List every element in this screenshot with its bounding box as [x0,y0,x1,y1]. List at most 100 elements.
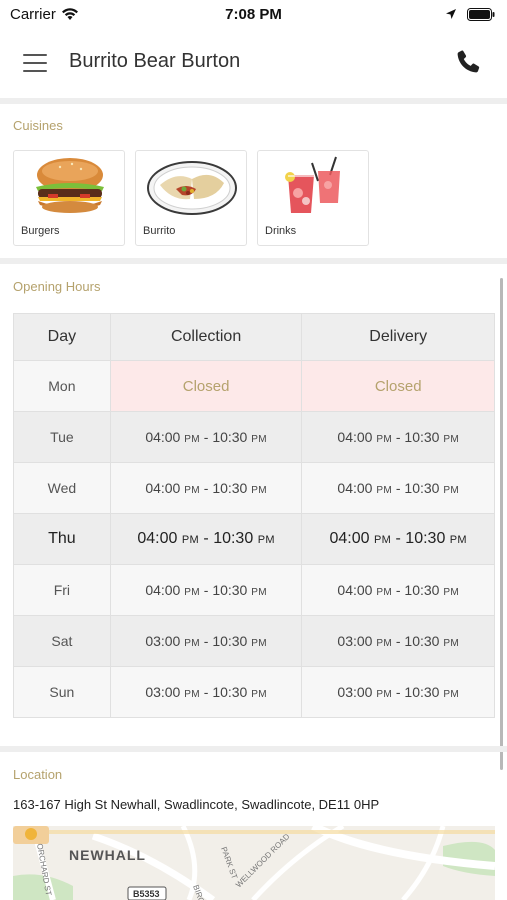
location-arrow-icon [446,9,456,19]
meridiem: PM [184,689,200,700]
meridiem: PM [184,638,200,649]
open-time: 04:00 [145,429,181,445]
hamburger-menu-icon[interactable] [22,50,48,76]
close-time: 10:30 [213,530,254,547]
column-header-delivery: Delivery [301,313,495,361]
table-row: Wed 04:00 PM - 10:30 PM 04:00 PM - 10:30 P… [13,462,495,514]
time-separator: - [391,633,405,649]
open-time: 03:00 [145,633,181,649]
map-area-label: NEWHALL [69,847,146,863]
opening-hours-table: Day Collection Delivery Mon Closed Closed T… [13,313,495,718]
location-map[interactable]: NEWHALL BIRCH AVE PARK ST WELLWOOD ROAD … [13,826,495,900]
status-bar: Carrier 7:08 PM [0,0,507,28]
time-separator: - [199,582,213,598]
day-cell: Sun [13,666,111,718]
close-time: 10:30 [212,429,248,445]
nav-bar: Burrito Bear Burton [0,28,507,98]
menu-line [23,70,47,72]
open-time: 04:00 [145,582,181,598]
close-time: 10:30 [404,429,440,445]
close-time: 10:30 [212,582,248,598]
table-row: Fri 04:00 PM - 10:30 PM 04:00 PM - 10:30 P… [13,564,495,616]
cuisine-label: Burrito [143,225,176,237]
meridiem: PM [257,534,275,546]
meridiem: PM [376,485,392,496]
open-time: 04:00 [337,429,373,445]
meridiem: PM [449,534,467,546]
time-separator: - [199,684,213,700]
delivery-hours-cell: 04:00 PM - 10:30 PM [301,513,495,565]
open-time: 03:00 [337,684,373,700]
status-left: Carrier [10,6,79,23]
column-header-collection: Collection [109,313,303,361]
collection-hours-cell: 04:00 PM - 10:30 PM [109,462,303,514]
table-header-row: Day Collection Delivery [13,313,495,361]
delivery-hours-cell: 04:00 PM - 10:30 PM [301,411,495,463]
meridiem: PM [376,689,392,700]
meridiem: PM [251,485,267,496]
meridiem: PM [251,434,267,445]
table-row: Sun 03:00 PM - 10:30 PM 03:00 PM - 10:30 P… [13,666,495,718]
cuisine-card-burrito[interactable]: Burrito [135,150,247,246]
close-time: 10:30 [404,480,440,496]
delivery-hours-cell: 03:00 PM - 10:30 PM [301,666,495,718]
time-separator: - [199,480,213,496]
collection-hours-cell: 03:00 PM - 10:30 PM [109,666,303,718]
time-separator: - [391,429,405,445]
status-right [445,7,495,21]
meridiem: PM [443,587,459,598]
close-time: 10:30 [404,633,440,649]
phone-icon[interactable] [454,48,482,76]
delivery-hours-cell: 04:00 PM - 10:30 PM [301,564,495,616]
table-row: Mon Closed Closed [13,360,495,412]
burrito-image [147,161,237,215]
collection-hours-cell: 04:00 PM - 10:30 PM [109,564,303,616]
opening-hours-heading: Opening Hours [13,279,101,294]
meridiem: PM [376,587,392,598]
table-row: Tue 04:00 PM - 10:30 PM 04:00 PM - 10:30 P… [13,411,495,463]
meridiem: PM [376,638,392,649]
meridiem: PM [443,434,459,445]
meridiem: PM [251,689,267,700]
delivery-hours-cell: 03:00 PM - 10:30 PM [301,615,495,667]
meridiem: PM [443,485,459,496]
time-separator: - [199,633,213,649]
meridiem: PM [181,534,199,546]
address-text: 163-167 High St Newhall, Swadlincote, Sw… [13,797,380,812]
map-canvas: NEWHALL BIRCH AVE PARK ST WELLWOOD ROAD … [13,826,495,900]
menu-line [23,54,47,56]
section-divider [0,98,507,104]
cuisine-card-drinks[interactable]: Drinks [257,150,369,246]
scrollbar[interactable] [500,278,503,770]
meridiem: PM [184,485,200,496]
drinks-image [285,156,340,213]
battery-icon [467,7,495,21]
close-time: 10:30 [212,684,248,700]
open-time: 04:00 [329,530,370,547]
cuisine-card-burgers[interactable]: Burgers [13,150,125,246]
close-time: 10:30 [404,582,440,598]
menu-line [23,62,47,64]
section-divider [0,258,507,264]
open-time: 04:00 [337,480,373,496]
open-time: 04:00 [137,530,178,547]
burger-image [36,158,104,213]
map-road-sign: B5353 [133,889,160,899]
open-time: 04:00 [337,582,373,598]
day-cell: Fri [13,564,111,616]
column-header-day: Day [13,313,111,361]
meridiem: PM [373,534,392,546]
location-heading: Location [13,767,63,782]
time-separator: - [391,684,405,700]
table-row: Sat 03:00 PM - 10:30 PM 03:00 PM - 10:30 P… [13,615,495,667]
collection-hours-cell: Closed [109,360,303,412]
time-separator: - [391,530,406,547]
day-cell: Tue [13,411,111,463]
cuisine-list: Burgers Burrito Drinks [13,150,369,246]
close-time: 10:30 [405,530,446,547]
carrier-label: Carrier [10,5,56,23]
collection-hours-cell: 03:00 PM - 10:30 PM [109,615,303,667]
section-divider [0,746,507,752]
meridiem: PM [251,638,267,649]
day-cell: Thu [13,513,111,565]
